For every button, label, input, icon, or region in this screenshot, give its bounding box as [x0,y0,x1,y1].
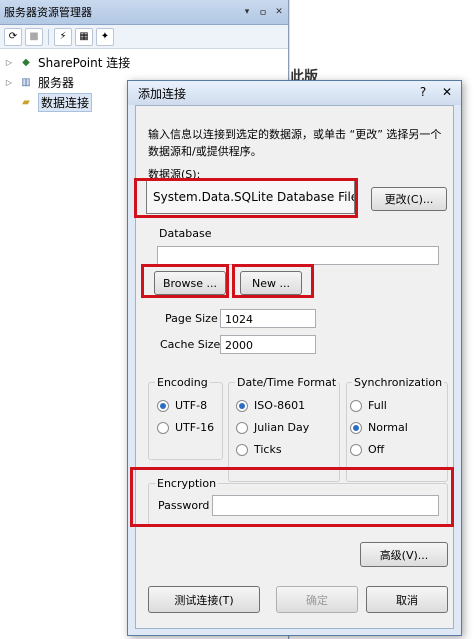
connect-sharepoint-icon[interactable]: ✦ [96,27,114,46]
close-icon[interactable]: ✕ [272,7,286,17]
add-connection-dialog: 添加连接 ? ✕ 输入信息以连接到选定的数据源，或单击 “更改” 选择另一个数据… [127,80,462,636]
datetime-ticks-radio[interactable]: Ticks [236,443,282,456]
ok-button[interactable]: 确定 [276,586,358,613]
refresh-icon[interactable]: ⟳ [4,27,22,46]
server-icon: ▥ [21,76,31,88]
radio-icon [236,421,248,434]
advanced-button[interactable]: 高级(V)... [360,542,448,567]
tree-item-label: 数据连接 [38,92,93,112]
pin-icon[interactable]: ㅁ [256,6,270,19]
radio-selected-icon [350,421,362,434]
explorer-title: 服务器资源管理器 [4,6,92,19]
radio-icon [236,443,248,456]
sync-normal-radio[interactable]: Normal [350,421,408,434]
radio-icon [350,443,362,456]
radio-label: Off [368,443,385,456]
sync-off-radio[interactable]: Off [350,443,384,456]
page-size-input[interactable]: 1024 [220,309,316,328]
tree-item-sharepoint[interactable]: ▷ ◆ SharePoint 连接 [0,52,288,72]
tree-item-label: 服务器 [38,75,75,90]
stop-icon[interactable]: ■ [25,27,43,46]
datetime-iso-radio[interactable]: ISO-8601 [236,399,305,412]
page-size-label: Page Size [165,312,218,325]
help-icon[interactable]: ? [413,85,433,101]
dialog-title-bar: 添加连接 ? ✕ [128,81,461,105]
radio-label: Normal [368,421,408,434]
sharepoint-icon: ◆ [22,56,30,68]
encoding-utf16-radio[interactable]: UTF-16 [157,421,214,434]
encryption-highlight-box [130,467,454,527]
datasource-highlight-box [134,178,358,218]
encoding-utf8-radio[interactable]: UTF-8 [157,399,207,412]
encoding-title: Encoding [155,376,210,389]
radio-icon [350,399,362,412]
change-button[interactable]: 更改(C)... [371,187,447,211]
new-highlight-box [232,264,314,298]
radio-label: Julian Day [254,421,310,434]
dropdown-icon[interactable]: ▾ [240,7,254,17]
connect-server-icon[interactable]: ▦ [75,27,93,46]
expand-arrow-icon[interactable]: ▷ [0,58,18,67]
dialog-title: 添加连接 [138,86,187,101]
datetime-title: Date/Time Format [235,376,339,389]
radio-label: Ticks [254,443,282,456]
datetime-julian-radio[interactable]: Julian Day [236,421,309,434]
dialog-description: 输入信息以连接到选定的数据源，或单击 “更改” 选择另一个数据源和/或提供程序。 [148,128,442,158]
expand-arrow-icon[interactable]: ▷ [0,78,18,87]
radio-label: Full [368,399,387,412]
data-connection-icon: ▰ [22,96,30,108]
cache-size-label: Cache Size [160,338,221,351]
browse-highlight-box [141,264,229,298]
radio-icon [157,421,169,434]
radio-label: ISO-8601 [254,399,306,412]
connect-database-icon[interactable]: ⚡ [54,27,72,46]
sync-title: Synchronization [352,376,445,389]
radio-label: UTF-8 [175,399,208,412]
test-connection-button[interactable]: 测试连接(T) [148,586,260,613]
database-label: Database [159,227,212,240]
radio-selected-icon [157,399,169,412]
tree-item-label: SharePoint 连接 [38,55,131,70]
close-icon[interactable]: ✕ [437,85,457,101]
sync-full-radio[interactable]: Full [350,399,387,412]
toolbar-separator [48,28,49,45]
radio-label: UTF-16 [175,421,215,434]
cache-size-input[interactable]: 2000 [220,335,316,354]
cancel-button[interactable]: 取消 [366,586,448,613]
explorer-toolbar: ⟳ ■ ⚡ ▦ ✦ [0,25,288,49]
radio-selected-icon [236,399,248,412]
explorer-title-bar: 服务器资源管理器 ▾ ㅁ ✕ [0,0,288,25]
database-input[interactable] [157,246,439,265]
